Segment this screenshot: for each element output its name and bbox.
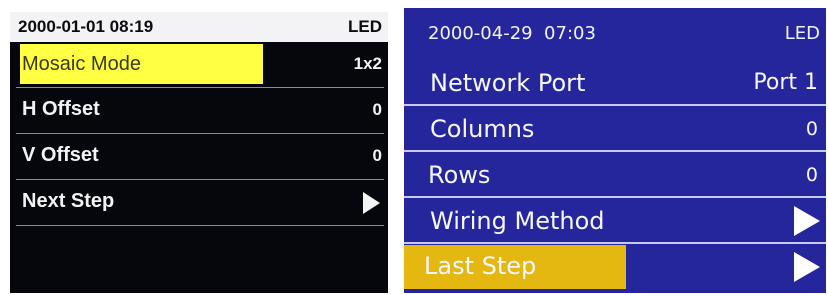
menu-item-v-offset[interactable]: V Offset 0 <box>10 134 388 180</box>
play-triangle-icon <box>794 206 820 236</box>
row-divider <box>16 225 384 226</box>
menu-item-value: 0 <box>805 118 818 140</box>
menu-item-value: 0 <box>805 164 818 186</box>
play-triangle-icon <box>363 192 380 214</box>
play-triangle-icon <box>794 252 820 282</box>
menu-item-label: V Offset <box>22 144 99 166</box>
left-datetime: 2000-01-01 08:19 <box>18 17 154 36</box>
right-status-bar: 2000-04-29 07:03 LED <box>404 8 826 54</box>
menu-item-label: Mosaic Mode <box>22 53 141 75</box>
menu-item-columns[interactable]: Columns 0 <box>404 106 826 152</box>
menu-item-label: Columns <box>430 115 535 143</box>
menu-item-label: Wiring Method <box>430 207 605 235</box>
menu-item-last-step[interactable]: Last Step <box>404 243 826 289</box>
menu-item-network-port[interactable]: Network Port Port 1 <box>404 60 826 106</box>
menu-item-label: Network Port <box>430 69 586 97</box>
menu-item-label: Next Step <box>22 190 115 212</box>
menu-item-label: H Offset <box>22 98 100 120</box>
menu-item-rows[interactable]: Rows 0 <box>404 152 826 198</box>
menu-item-value: 1x2 <box>353 54 382 73</box>
menu-item-mosaic-mode[interactable]: Mosaic Mode 1x2 <box>10 42 388 88</box>
left-status-bar: 2000-01-01 08:19 LED <box>10 12 388 42</box>
left-mode-indicator: LED <box>348 17 382 36</box>
menu-item-value: 0 <box>372 146 382 165</box>
menu-item-value: Port 1 <box>753 70 818 95</box>
left-menu-screen: 2000-01-01 08:19 LED Mosaic Mode 1x2 H O… <box>10 12 388 293</box>
menu-item-label: Last Step <box>424 252 537 280</box>
menu-item-value: 0 <box>372 100 382 119</box>
menu-item-next-step[interactable]: Next Step <box>10 180 388 226</box>
right-datetime: 2000-04-29 07:03 <box>428 23 596 44</box>
right-mode-indicator: LED <box>784 23 820 44</box>
menu-item-label: Rows <box>428 161 491 189</box>
menu-item-wiring-method[interactable]: Wiring Method <box>404 198 826 244</box>
menu-item-h-offset[interactable]: H Offset 0 <box>10 88 388 134</box>
right-menu-screen: 2000-04-29 07:03 LED Network Port Port 1… <box>404 8 826 293</box>
